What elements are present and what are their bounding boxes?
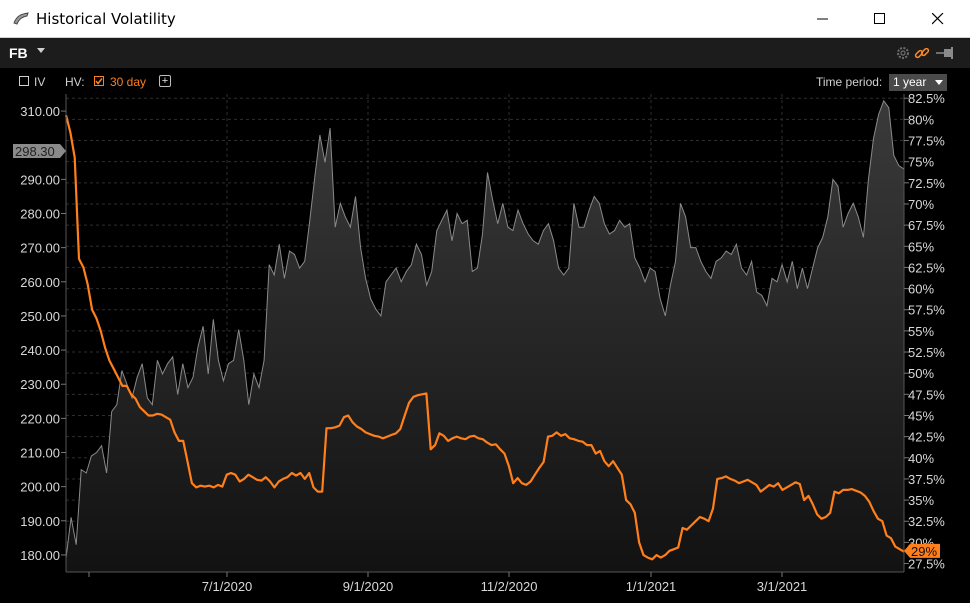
right-tick-label: 35% xyxy=(908,493,934,508)
left-tick-label: 180.00 xyxy=(20,548,60,563)
left-tick-label: 240.00 xyxy=(20,343,60,358)
x-tick-label: 7/1/2020 xyxy=(202,579,253,594)
x-axis: 7/1/2020 9/1/2020 11/2/2020 1/1/2021 3/1/202… xyxy=(88,572,808,594)
right-tick-label: 52.5% xyxy=(908,345,945,360)
pin-icon[interactable] xyxy=(936,45,958,61)
left-tick-label: 280.00 xyxy=(20,207,60,222)
right-tick-label: 57.5% xyxy=(908,303,945,318)
left-tick-label: 270.00 xyxy=(20,241,60,256)
left-tick-label: 220.00 xyxy=(20,411,60,426)
right-tick-label: 42.5% xyxy=(908,430,945,445)
iv-label: IV xyxy=(34,75,46,89)
right-tick-label: 75% xyxy=(908,155,934,170)
x-tick-label: 11/2/2020 xyxy=(481,579,538,594)
right-tick-label: 77.5% xyxy=(908,134,945,149)
x-tick-label: 1/1/2021 xyxy=(626,579,677,594)
right-tick-label: 47.5% xyxy=(908,387,945,402)
settings-gear-icon[interactable] xyxy=(895,45,911,61)
chevron-down-icon[interactable] xyxy=(37,48,45,53)
time-period-select[interactable]: 1 year xyxy=(889,74,947,91)
toolbar: FB xyxy=(0,38,970,68)
right-tick-label: 65% xyxy=(908,239,934,254)
right-axis: 27.5%30%32.5%35%37.5%40%42.5%45%47.5%50%… xyxy=(904,94,945,572)
left-tick-label: 310.00 xyxy=(20,104,60,119)
right-tick-label: 67.5% xyxy=(908,218,945,233)
checkmark-icon xyxy=(95,78,103,85)
hv-series-label: 30 day xyxy=(110,75,147,89)
right-tick-label: 40% xyxy=(908,451,934,466)
right-tick-label: 37.5% xyxy=(908,472,945,487)
maximize-icon xyxy=(874,13,885,24)
x-tick-label: 3/1/2021 xyxy=(757,579,808,594)
left-axis: 180.00 190.00 200.00 210.00 220.00 230.00 240.… xyxy=(20,104,66,563)
right-tick-label: 82.5% xyxy=(908,94,945,106)
left-tick-label: 290.00 xyxy=(20,172,60,187)
minimize-button[interactable] xyxy=(800,0,846,38)
app-icon xyxy=(13,12,29,25)
volatility-chart: 180.00 190.00 200.00 210.00 220.00 230.00 240.… xyxy=(13,94,945,594)
maximize-button[interactable] xyxy=(857,0,903,38)
price-area-fill xyxy=(66,100,904,573)
left-tick-label: 210.00 xyxy=(20,446,60,461)
hv-label: HV: xyxy=(65,75,85,89)
right-tick-label: 50% xyxy=(908,366,934,381)
left-tick-label: 230.00 xyxy=(20,377,60,392)
time-period-value: 1 year xyxy=(893,75,927,89)
ticker-selector[interactable]: FB xyxy=(9,45,28,61)
right-tick-label: 80% xyxy=(908,112,934,127)
right-tick-label: 45% xyxy=(908,408,934,423)
hv-30day-checkbox[interactable] xyxy=(94,76,104,86)
right-tick-label: 70% xyxy=(908,197,934,212)
last-price-label: 298.30 xyxy=(15,144,55,159)
left-tick-label: 190.00 xyxy=(20,514,60,529)
right-tick-label: 72.5% xyxy=(908,176,945,191)
title-bar: Historical Volatility xyxy=(0,0,970,38)
left-tick-label: 200.00 xyxy=(20,480,60,495)
minimize-icon xyxy=(817,18,828,20)
add-series-button[interactable]: + xyxy=(159,75,171,87)
right-tick-label: 60% xyxy=(908,282,934,297)
options-bar: IV HV: 30 day + Time period: xyxy=(0,68,970,94)
price-series xyxy=(65,99,905,573)
right-tick-label: 62.5% xyxy=(908,260,945,275)
chevron-down-icon xyxy=(935,80,943,85)
close-icon xyxy=(932,13,944,25)
close-button[interactable] xyxy=(915,0,961,38)
right-tick-label: 55% xyxy=(908,324,934,339)
window-title: Historical Volatility xyxy=(36,10,176,28)
iv-checkbox[interactable] xyxy=(19,76,29,86)
time-period-label: Time period: xyxy=(816,75,883,89)
right-tick-label: 32.5% xyxy=(908,514,945,529)
last-volatility-label: 29% xyxy=(911,544,937,559)
left-tick-label: 260.00 xyxy=(20,275,60,290)
x-tick-label: 9/1/2020 xyxy=(343,579,394,594)
left-tick-label: 250.00 xyxy=(20,309,60,324)
link-icon[interactable] xyxy=(914,45,930,61)
